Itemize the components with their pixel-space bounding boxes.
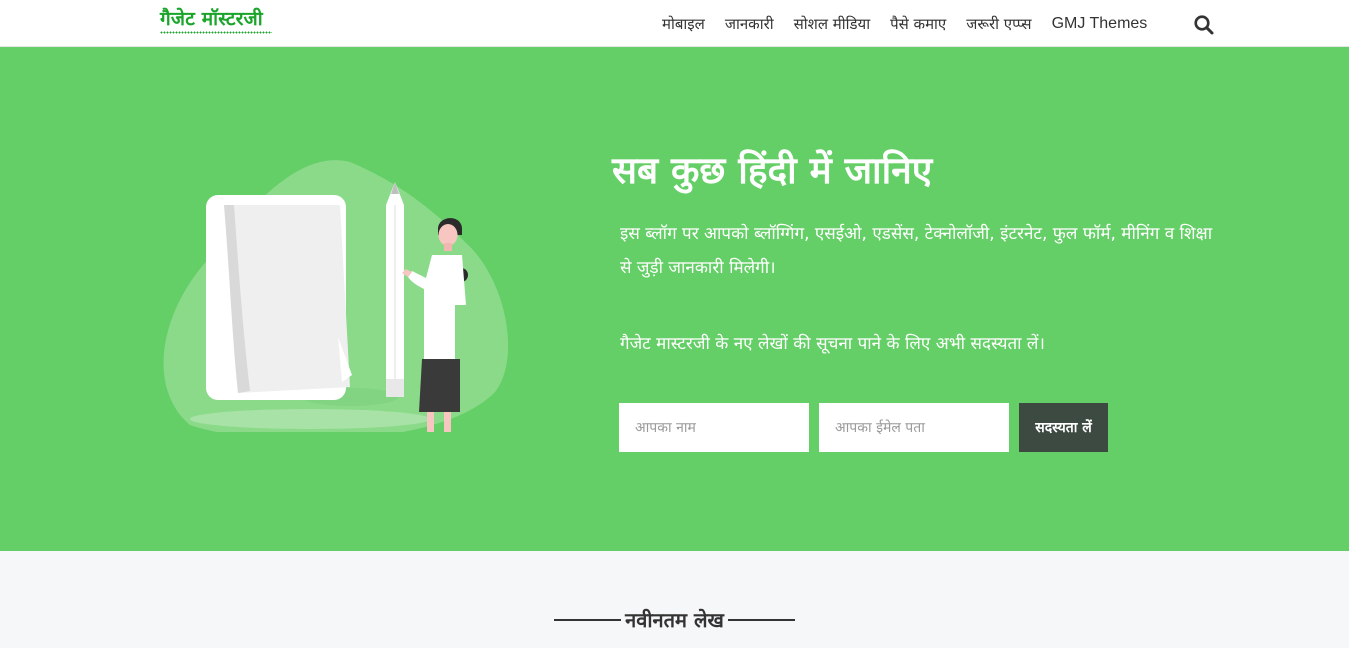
- nav-item-paise-kamaye[interactable]: पैसे कमाए: [880, 14, 956, 34]
- nav-item-gmj-themes[interactable]: GMJ Themes: [1042, 15, 1158, 33]
- logo-text[interactable]: गैजेट मॉस्टरजी: [160, 8, 272, 30]
- hero-description: इस ब्लॉग पर आपको ब्लॉग्गिंग, एसईओ, एडसें…: [620, 224, 1213, 278]
- subscribe-button[interactable]: सदस्यता लें: [1019, 403, 1108, 452]
- search-button[interactable]: [1193, 14, 1215, 36]
- search-icon: [1194, 15, 1214, 35]
- site-header: गैजेट मॉस्टरजी मोबाइल जानकारी सोशल मीडिय…: [0, 0, 1349, 47]
- latest-posts-title: नवीनतम लेख: [625, 608, 724, 632]
- nav-item-jankari[interactable]: जानकारी: [715, 14, 784, 34]
- subscribe-form: सदस्यता लें: [619, 403, 1108, 452]
- name-input[interactable]: [619, 403, 809, 452]
- nav-item-jaruri-apps[interactable]: जरूरी एप्प्स: [956, 14, 1041, 34]
- hero-title: सब कुछ हिंदी में जानिए: [612, 149, 933, 192]
- hero-section: सब कुछ हिंदी में जानिए इस ब्लॉग पर आपको …: [0, 47, 1349, 551]
- hero-subscribe-text: गैजेट मास्टरजी के नए लेखों की सूचना पाने…: [620, 334, 1045, 354]
- nav-item-mobile[interactable]: मोबाइल: [652, 14, 715, 34]
- nav-item-social-media[interactable]: सोशल मीडिया: [784, 14, 881, 34]
- heading-line-left: [554, 619, 622, 621]
- hero-illustration: [163, 160, 509, 432]
- site-logo[interactable]: गैजेट मॉस्टरजी: [160, 8, 272, 38]
- email-input[interactable]: [819, 403, 1009, 452]
- heading-line-right: [727, 619, 795, 621]
- logo-dots: [160, 31, 272, 34]
- main-nav: मोबाइल जानकारी सोशल मीडिया पैसे कमाए जरू…: [652, 0, 1157, 47]
- latest-posts-heading: नवीनतम लेख: [0, 604, 1349, 636]
